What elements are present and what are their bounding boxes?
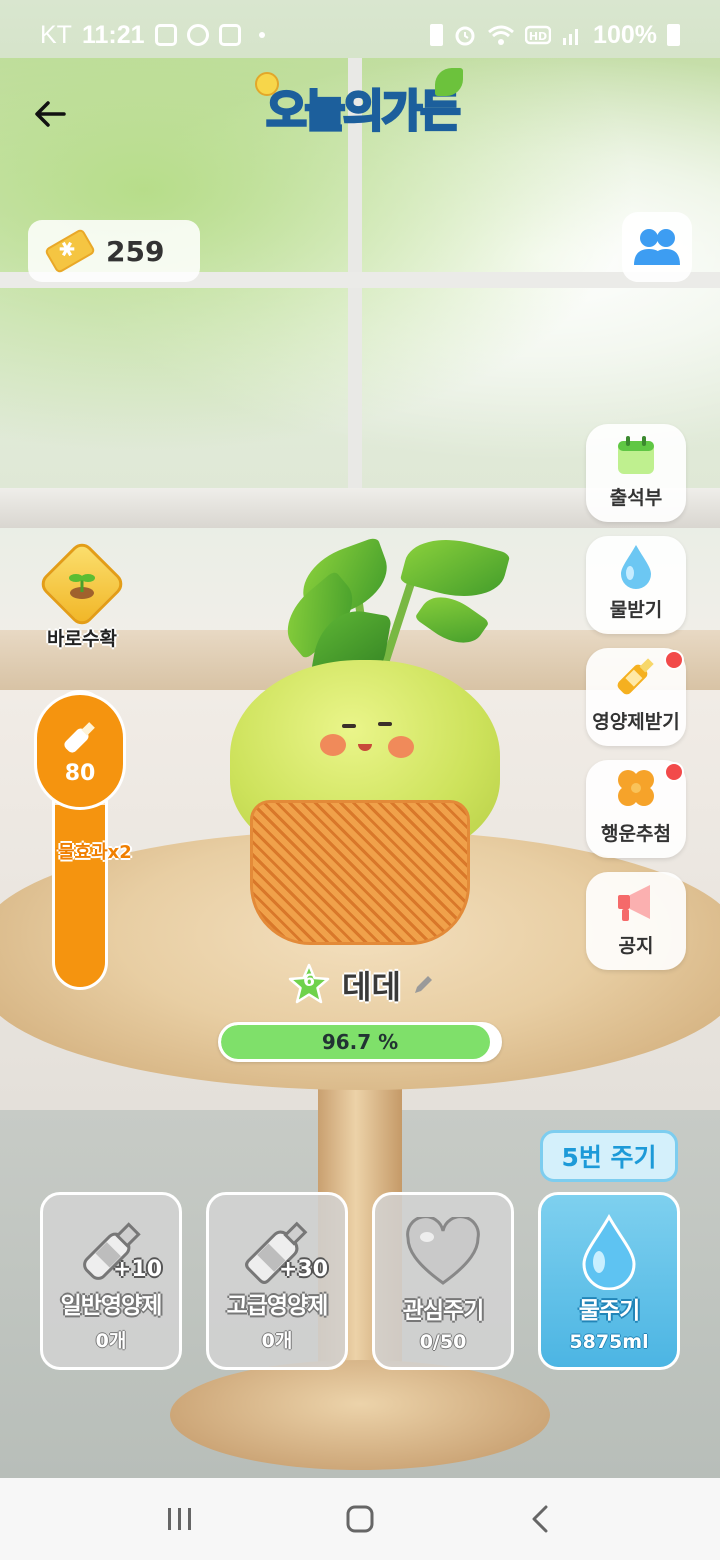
side-menu-label: 영양제받기 xyxy=(592,711,680,733)
notification-badge xyxy=(664,650,684,670)
instagram-icon xyxy=(218,24,241,46)
attendance-button[interactable]: 출석부 xyxy=(586,424,686,522)
side-menu-label: 출석부 xyxy=(609,487,663,509)
card-icon-area xyxy=(209,1207,345,1297)
remaining-water-badge: 5번 주기 xyxy=(540,1130,678,1182)
friends-button[interactable] xyxy=(622,212,692,282)
bottle-icon xyxy=(64,721,95,753)
gallery-icon xyxy=(154,24,177,46)
card-icon-area xyxy=(541,1207,677,1297)
signal-icon xyxy=(563,29,579,45)
plant-leaf xyxy=(414,585,490,655)
lucky-draw-button[interactable]: 행운추첨 xyxy=(586,760,686,858)
arrow-left-icon xyxy=(35,101,66,127)
wifi-icon xyxy=(488,25,515,45)
plant-cheek xyxy=(320,734,346,756)
status-bar: KT 11:21 HD 100% xyxy=(0,0,720,70)
plant-eye xyxy=(378,722,392,726)
water-effect-label: 물효과x2 xyxy=(58,842,132,863)
back-icon xyxy=(532,1505,548,1533)
water-drop-icon xyxy=(621,545,651,589)
megaphone-icon xyxy=(618,885,650,921)
back-button[interactable] xyxy=(26,92,74,136)
side-menu-label: 행운추첨 xyxy=(601,823,671,845)
growth-progress-bar: 96.7 % xyxy=(218,1022,502,1062)
battery-icon xyxy=(667,24,680,46)
logo-text: 오늘의가든 xyxy=(265,85,462,139)
get-water-button[interactable]: 물받기 xyxy=(586,536,686,634)
home-button[interactable] xyxy=(330,1489,390,1549)
flower-icon xyxy=(255,72,279,96)
water-plant-button[interactable]: 물주기 5875ml xyxy=(538,1192,680,1370)
water-drop-icon xyxy=(582,1214,636,1290)
plant-character[interactable] xyxy=(220,528,511,950)
hd-icon: HD xyxy=(525,25,552,45)
water-gauge-value: 80 xyxy=(64,760,96,786)
clover-icon xyxy=(618,770,654,806)
card-bonus: +30 xyxy=(279,1257,329,1282)
pencil-icon[interactable] xyxy=(411,973,435,997)
svg-text:HD: HD xyxy=(529,30,547,43)
water-gauge-fill xyxy=(55,804,105,987)
ticket-balance[interactable]: 259 xyxy=(28,220,200,282)
water-gauge-head: 80 xyxy=(34,692,126,810)
plant-eye xyxy=(342,724,356,728)
home-icon xyxy=(346,1505,374,1533)
status-bar-right: HD 100% xyxy=(430,21,680,50)
card-count: 0개 xyxy=(95,1330,127,1352)
app-logo: 오늘의가든 xyxy=(245,62,480,152)
basic-nutrient-button[interactable]: +10 일반영양제 0개 xyxy=(40,1192,182,1370)
plant-name: 데데 xyxy=(342,968,401,1006)
ticket-icon xyxy=(43,227,97,275)
card-icon-area xyxy=(43,1207,179,1297)
clock: 11:21 xyxy=(81,20,145,49)
harvest-label: 바로수확 xyxy=(47,628,117,650)
card-icon-area xyxy=(375,1207,511,1297)
recents-icon xyxy=(168,1508,191,1530)
status-bar-left: KT 11:21 xyxy=(40,21,265,50)
plant-name-row[interactable]: 6 데데 xyxy=(286,960,435,1010)
nav-back-button[interactable] xyxy=(510,1489,570,1549)
plant-leaf xyxy=(399,528,511,608)
dot-icon xyxy=(258,32,265,38)
instant-harvest-button[interactable]: 바로수확 xyxy=(32,538,132,652)
card-count: 0개 xyxy=(261,1330,293,1352)
recents-button[interactable] xyxy=(150,1489,210,1549)
card-bonus: +10 xyxy=(113,1257,163,1282)
side-menu-label: 공지 xyxy=(618,935,654,957)
plant-cheek xyxy=(388,736,414,758)
woven-pot xyxy=(250,800,470,945)
give-care-button[interactable]: 관심주기 0/50 xyxy=(372,1192,514,1370)
battery-saver-icon xyxy=(430,24,444,46)
side-menu-label: 물받기 xyxy=(609,599,663,621)
system-nav-bar xyxy=(0,1478,720,1560)
calendar-icon xyxy=(618,436,654,474)
card-count: 5875ml xyxy=(569,1331,649,1353)
sprout-icon xyxy=(69,574,95,599)
carrier-label: KT xyxy=(40,20,72,49)
growth-progress-text: 96.7 % xyxy=(321,1030,399,1054)
card-count: 0/50 xyxy=(419,1331,467,1353)
harvest-badge xyxy=(36,538,128,630)
cloud-icon xyxy=(186,24,209,46)
notice-button[interactable]: 공지 xyxy=(586,872,686,970)
table-base xyxy=(170,1360,550,1470)
friends-icon xyxy=(634,229,680,265)
heart-icon xyxy=(406,1217,480,1285)
notification-badge xyxy=(664,762,684,782)
level-badge: 6 xyxy=(286,962,332,1008)
ticket-count: 259 xyxy=(106,234,165,268)
plant-level: 6 xyxy=(303,971,315,991)
battery-percent: 100% xyxy=(593,20,657,49)
nutrient-bottle-icon xyxy=(617,658,654,695)
get-nutrient-button[interactable]: 영양제받기 xyxy=(586,648,686,746)
alarm-icon xyxy=(455,26,475,46)
premium-nutrient-button[interactable]: +30 고급영양제 0개 xyxy=(206,1192,348,1370)
